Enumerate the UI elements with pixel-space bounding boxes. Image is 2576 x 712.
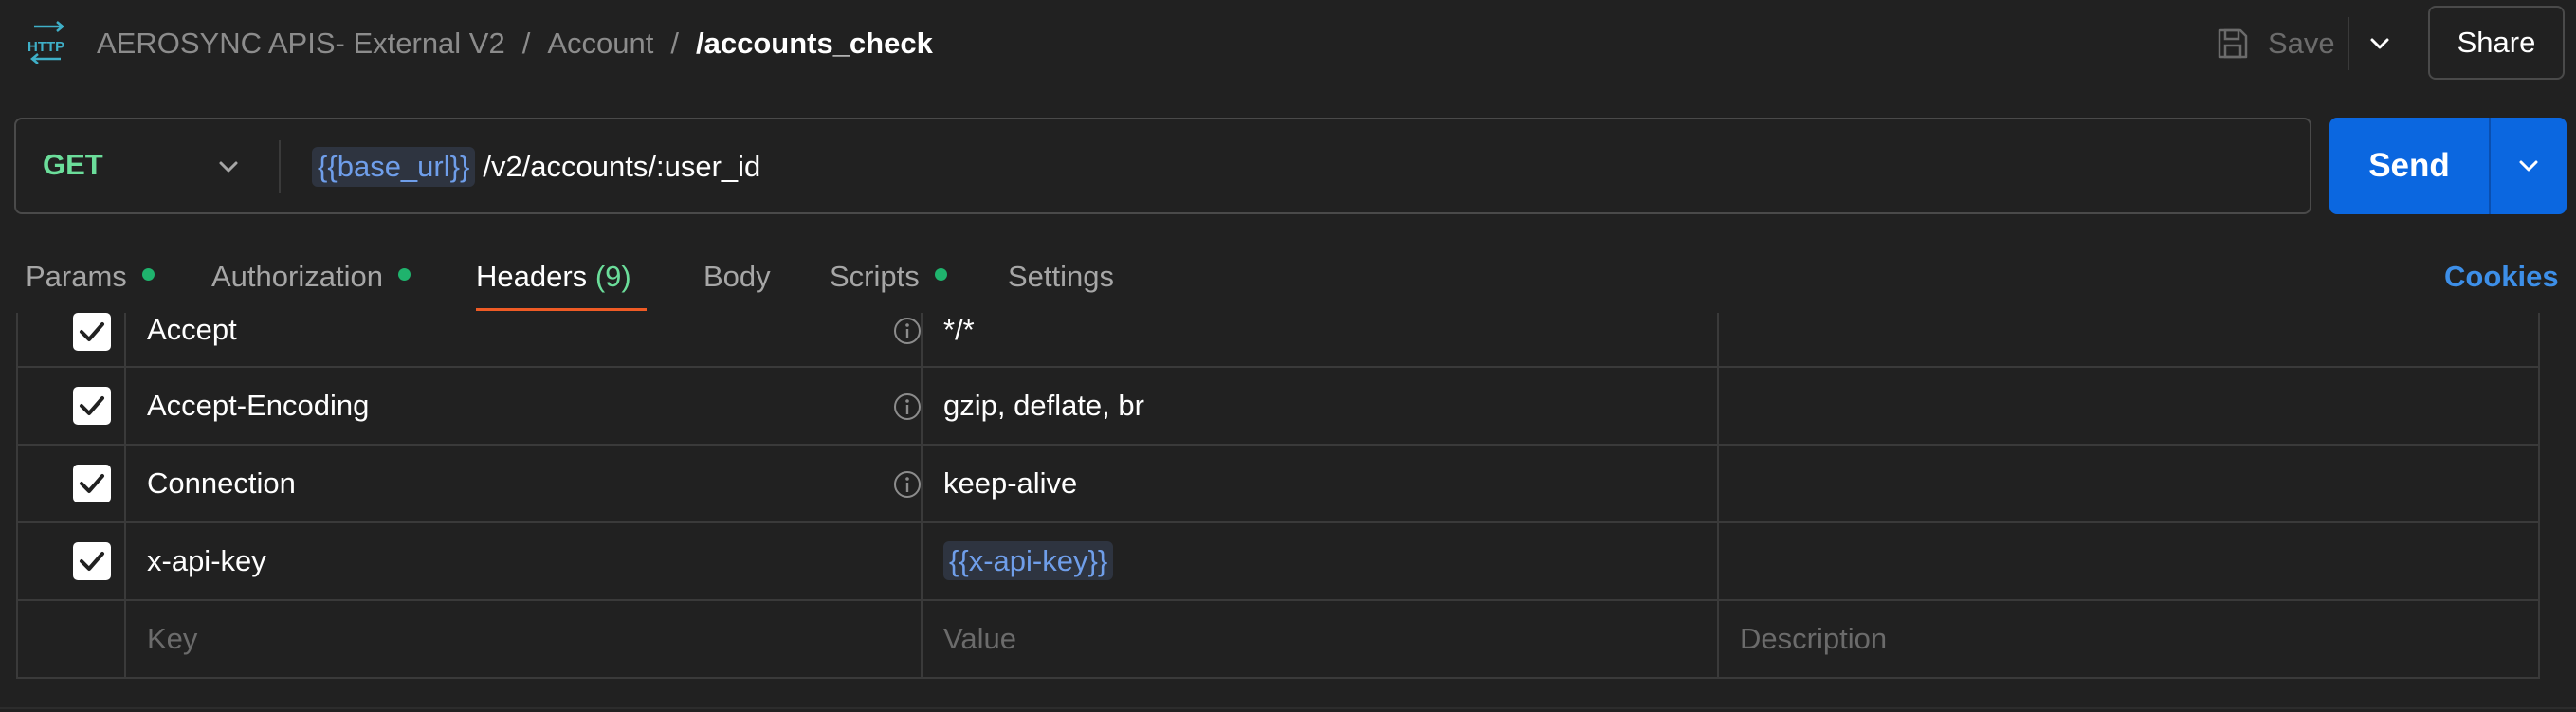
- breadcrumb-request-name[interactable]: /accounts_check: [696, 27, 933, 61]
- tab-body[interactable]: Body: [703, 260, 771, 294]
- info-icon[interactable]: [892, 469, 923, 500]
- method-selector[interactable]: GET: [43, 148, 103, 182]
- headers-table-container: Accept */* Accept-Encoding gzip, deflate…: [0, 313, 2576, 712]
- header-value-cell[interactable]: keep-alive: [923, 446, 1719, 521]
- table-row-new: Key Value Description: [18, 601, 2538, 679]
- value-input[interactable]: Value: [923, 601, 1719, 677]
- tab-label: Settings: [1008, 260, 1115, 293]
- tab-authorization[interactable]: Authorization: [211, 260, 411, 294]
- divider: [0, 707, 2576, 709]
- http-icon: HTTP: [27, 21, 64, 64]
- top-bar: HTTP AEROSYNC APIS- External V2 / Accoun…: [0, 0, 2576, 87]
- status-dot: [934, 268, 947, 282]
- checkbox-cell: [18, 523, 126, 599]
- tab-params[interactable]: Params: [26, 260, 155, 294]
- url-variable: {{base_url}}: [312, 147, 476, 187]
- save-button[interactable]: Save: [2215, 21, 2335, 66]
- headers-table: Accept */* Accept-Encoding gzip, deflate…: [16, 313, 2540, 679]
- status-dot: [397, 268, 411, 282]
- save-icon: [2218, 28, 2248, 59]
- divider: [2348, 17, 2349, 70]
- header-value-cell[interactable]: */*: [923, 313, 1719, 366]
- info-icon[interactable]: [892, 392, 923, 422]
- breadcrumb: AEROSYNC APIS- External V2 / Account / /…: [97, 23, 933, 64]
- header-description-cell[interactable]: [1719, 368, 2536, 444]
- table-row: Accept-Encoding gzip, deflate, br: [18, 368, 2538, 446]
- description-input[interactable]: Description: [1719, 601, 2536, 677]
- chevron-down-icon[interactable]: [2361, 27, 2399, 61]
- share-button[interactable]: Share: [2428, 6, 2565, 80]
- header-key: Accept-Encoding: [147, 389, 370, 422]
- tab-headers[interactable]: Headers (9): [476, 260, 631, 294]
- value-variable: {{x-api-key}}: [943, 541, 1114, 580]
- header-key: Accept: [147, 313, 237, 346]
- header-description-cell[interactable]: [1719, 523, 2536, 599]
- svg-text:HTTP: HTTP: [27, 39, 64, 55]
- checkbox-checked-icon[interactable]: [73, 313, 111, 351]
- description-placeholder: Description: [1740, 622, 1888, 655]
- checkbox-checked-icon[interactable]: [73, 387, 111, 425]
- header-description-cell[interactable]: [1719, 446, 2536, 521]
- header-value-cell[interactable]: {{x-api-key}}: [923, 523, 1719, 599]
- table-row: Accept */*: [18, 313, 2538, 368]
- checkbox-checked-icon[interactable]: [73, 465, 111, 502]
- tab-count: (9): [594, 260, 631, 293]
- tab-label: Authorization: [211, 260, 383, 293]
- status-dot: [141, 268, 155, 282]
- chevron-down-icon[interactable]: [210, 148, 247, 186]
- url-input[interactable]: {{base_url}} /v2/accounts/:user_id: [312, 142, 760, 192]
- table-row: x-api-key {{x-api-key}}: [18, 523, 2538, 601]
- save-label: Save: [2268, 27, 2335, 60]
- breadcrumb-separator: /: [670, 27, 679, 60]
- tab-label: Body: [703, 260, 771, 293]
- header-key-cell[interactable]: Connection: [126, 446, 923, 521]
- header-value: gzip, deflate, br: [943, 389, 1144, 422]
- value-placeholder: Value: [943, 622, 1016, 655]
- send-button[interactable]: Send: [2329, 118, 2489, 214]
- header-key-cell[interactable]: x-api-key: [126, 523, 923, 599]
- header-description-cell[interactable]: [1719, 313, 2536, 366]
- header-value-cell[interactable]: gzip, deflate, br: [923, 368, 1719, 444]
- tab-label: Headers: [476, 260, 588, 293]
- send-button-group: Send: [2329, 118, 2567, 214]
- cookies-link[interactable]: Cookies: [2444, 260, 2559, 294]
- breadcrumb-collection[interactable]: AEROSYNC APIS- External V2: [97, 27, 505, 61]
- header-key-cell[interactable]: Accept: [126, 313, 923, 366]
- key-placeholder: Key: [147, 622, 198, 655]
- tab-label: Scripts: [830, 260, 920, 293]
- header-key: Connection: [147, 466, 296, 500]
- checkbox-cell: [18, 368, 126, 444]
- checkbox-checked-icon[interactable]: [73, 542, 111, 580]
- header-value: keep-alive: [943, 466, 1078, 500]
- table-row: Connection keep-alive: [18, 446, 2538, 523]
- url-path: /v2/accounts/:user_id: [483, 150, 761, 183]
- request-url-bar: GET {{base_url}} /v2/accounts/:user_id: [14, 118, 2311, 214]
- divider: [2489, 118, 2491, 214]
- header-value: */*: [943, 313, 975, 346]
- header-value: {{x-api-key}}: [943, 541, 1114, 580]
- tab-scripts[interactable]: Scripts: [830, 260, 947, 294]
- tab-settings[interactable]: Settings: [1008, 260, 1114, 294]
- header-key-cell[interactable]: Accept-Encoding: [126, 368, 923, 444]
- key-input[interactable]: Key: [126, 601, 923, 677]
- tab-label: Params: [26, 260, 127, 293]
- breadcrumb-folder[interactable]: Account: [547, 27, 653, 61]
- active-tab-indicator: [476, 308, 647, 311]
- chevron-down-icon[interactable]: [2510, 147, 2548, 185]
- checkbox-cell: [18, 601, 126, 677]
- checkbox-cell: [18, 313, 126, 366]
- checkbox-cell: [18, 446, 126, 521]
- info-icon[interactable]: [892, 316, 923, 346]
- header-key: x-api-key: [147, 544, 266, 577]
- divider: [279, 140, 281, 193]
- breadcrumb-separator: /: [521, 27, 531, 60]
